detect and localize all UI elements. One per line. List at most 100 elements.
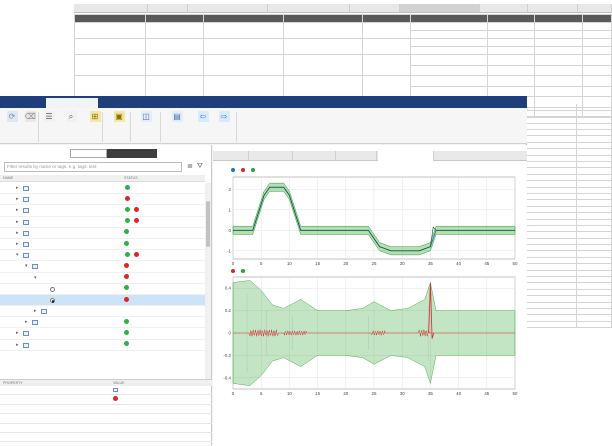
table-cell[interactable] [487,85,535,97]
chevron-right-icon[interactable]: ▸ [16,217,19,228]
table-cell[interactable] [409,64,489,76]
header-cell[interactable] [73,14,147,23]
chevron-right-icon[interactable]: ▸ [16,194,19,205]
table-cell[interactable] [533,54,583,66]
table-cell[interactable] [409,22,489,31]
tree-row[interactable]: ▸ [0,183,205,195]
table-cell[interactable] [533,75,583,87]
chevron-right-icon[interactable]: ▸ [16,183,19,194]
chevron-right-icon[interactable]: ▸ [16,228,19,239]
chevron-right-icon[interactable]: ▸ [25,317,28,328]
table-cell[interactable] [487,46,535,55]
clear-results-button[interactable]: ⌫ [21,111,39,123]
tab-test-browser[interactable] [70,149,107,158]
column-header-f[interactable] [350,4,400,13]
table-cell[interactable] [73,38,147,55]
table-cell[interactable] [203,75,284,97]
signal-radio[interactable] [50,298,55,304]
signal-comparison-chart[interactable]: 0 5 10 15 20 25 30 35 40 45 50 -1 0 1 2 [219,174,519,269]
table-cell[interactable] [487,54,535,66]
table-cell[interactable] [581,30,612,39]
table-cell[interactable] [581,64,612,76]
send-to-figure-button[interactable]: ◫ [133,111,159,123]
header-cell[interactable] [487,14,535,23]
tree-row[interactable]: ▸ [0,317,205,329]
table-cell[interactable] [533,46,583,55]
update-baseline-button[interactable]: ▤ [163,111,191,123]
legend-item[interactable] [241,168,246,173]
tab-results-and-artifacts[interactable] [107,149,157,158]
doc-tab-tc033[interactable] [250,151,293,161]
tab-format[interactable] [100,98,134,108]
column-header-h[interactable] [480,4,528,13]
column-header-j[interactable] [578,4,612,13]
legend-item[interactable] [231,168,236,173]
table-cell[interactable] [145,22,205,39]
table-cell[interactable] [487,75,535,87]
table-cell[interactable] [145,75,205,97]
legend-item[interactable] [251,168,256,173]
table-cell[interactable] [409,75,489,87]
chevron-right-icon[interactable]: ▸ [16,328,19,339]
table-cell[interactable] [203,22,284,39]
table-cell[interactable] [581,46,612,55]
table-cell[interactable] [527,321,578,329]
zoom-button[interactable]: ⌕ [60,111,82,123]
table-cell[interactable] [361,75,411,97]
table-cell[interactable] [73,22,147,39]
table-cell[interactable] [203,54,284,76]
filter-input[interactable]: Filter results by name or tags, e.g. tag… [4,162,182,172]
table-cell[interactable] [487,30,535,39]
previous-failure-button[interactable]: ⇦ [193,111,213,123]
tree-row[interactable]: ▾ [0,250,205,262]
table-cell[interactable] [409,85,489,97]
signal-radio[interactable] [50,287,55,293]
table-cell[interactable] [533,64,583,76]
header-cell[interactable] [203,14,284,23]
chevron-right-icon[interactable]: ▸ [16,340,19,351]
table-cell[interactable] [533,30,583,39]
tab-tests[interactable] [6,98,44,108]
filter-icon[interactable]: ⛛ [197,162,203,172]
table-cell[interactable] [487,22,535,31]
header-cell[interactable] [581,14,612,23]
chevron-down-icon[interactable]: ▾ [16,250,19,261]
header-cell[interactable] [145,14,205,23]
table-cell[interactable] [361,38,411,55]
table-cell[interactable] [487,38,535,47]
table-cell[interactable] [533,38,583,47]
table-cell[interactable] [533,22,583,31]
column-header-d[interactable] [188,4,268,13]
update-button[interactable]: ⟳ [4,111,20,123]
header-cell[interactable] [361,14,411,23]
table-cell[interactable] [533,85,583,97]
table-cell[interactable] [282,22,363,39]
tree-row[interactable]: ▸ [0,328,205,340]
tree-row[interactable]: ▸ [0,340,205,351]
header-cell[interactable] [409,14,489,23]
table-cell[interactable] [581,22,612,31]
column-header-g[interactable] [400,4,480,13]
header-cell[interactable] [533,14,583,23]
header-cell[interactable] [282,14,363,23]
legend-button[interactable]: ☰ [40,111,58,123]
chevron-right-icon[interactable]: ▸ [34,306,37,317]
table-cell[interactable] [409,46,489,55]
difference-chart[interactable]: 0 5 10 15 20 25 30 35 40 45 50 -0.4 -0.2 0 0.2 0.4 [219,274,519,399]
chevron-right-icon[interactable]: ▸ [16,205,19,216]
table-cell[interactable] [487,64,535,76]
table-cell[interactable] [361,54,411,76]
chevron-down-icon[interactable]: ▾ [34,273,37,284]
list-icon[interactable]: ≣ [187,162,193,172]
table-cell[interactable] [576,321,612,329]
table-cell[interactable] [361,22,411,39]
table-cell[interactable] [145,54,205,76]
column-header-b[interactable] [74,4,148,13]
table-cell[interactable] [409,38,489,47]
table-cell[interactable] [282,54,363,76]
table-cell[interactable] [409,54,489,66]
tab-data-inspector[interactable] [46,98,98,108]
column-header-e[interactable] [268,4,350,13]
table-cell[interactable] [73,75,147,97]
tree-row[interactable]: ▸ [0,217,205,228]
